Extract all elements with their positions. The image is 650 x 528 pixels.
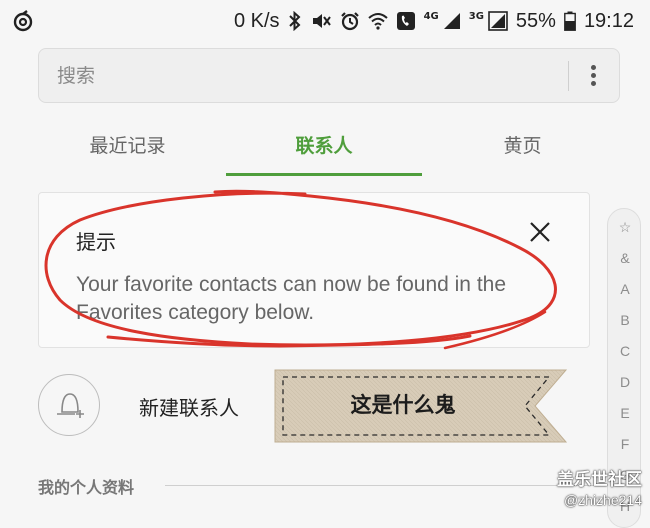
tab-yellow-pages[interactable]: 黄页 — [455, 120, 590, 176]
bluetooth-icon — [288, 11, 301, 31]
app-notification-icon — [13, 10, 33, 32]
search-input[interactable] — [57, 63, 537, 89]
tab-label: 黄页 — [503, 135, 542, 157]
add-contact-button[interactable] — [38, 374, 100, 436]
alarm-icon — [340, 12, 359, 31]
wifi-icon — [367, 13, 388, 30]
index-symbol[interactable]: & — [608, 250, 642, 266]
tab-contacts[interactable]: 联系人 — [226, 120, 422, 176]
tab-recent[interactable]: 最近记录 — [45, 120, 210, 176]
more-options-icon[interactable] — [587, 62, 599, 92]
index-favorites[interactable]: ☆ — [608, 219, 642, 236]
index-a[interactable]: A — [608, 281, 642, 297]
index-f[interactable]: F — [608, 436, 642, 452]
index-e[interactable]: E — [608, 405, 642, 421]
signal-3g-icon — [488, 11, 508, 31]
index-c[interactable]: C — [608, 343, 642, 359]
wifi-call-icon — [396, 12, 415, 30]
network-4g-label: 4G — [423, 11, 439, 22]
mute-icon — [312, 14, 331, 28]
tab-bar: 最近记录 联系人 黄页 — [0, 120, 650, 176]
network-3g-label: 3G — [468, 11, 484, 22]
tab-label: 联系人 — [295, 135, 353, 157]
my-profile-header: 我的个人资料 — [38, 478, 135, 497]
section-divider — [165, 485, 601, 486]
add-contact-label[interactable]: 新建联系人 — [139, 392, 239, 421]
close-icon[interactable] — [527, 219, 553, 245]
tip-title: 提示 — [76, 230, 116, 254]
network-speed: 0 K/s — [233, 9, 280, 32]
search-bar[interactable] — [38, 48, 620, 103]
index-d[interactable]: D — [608, 374, 642, 390]
active-tab-indicator — [226, 173, 422, 176]
index-b[interactable]: B — [608, 312, 642, 328]
search-divider — [568, 61, 569, 91]
battery-icon — [564, 11, 576, 31]
status-bar: 0 K/s 4G 3G 55% 19:12 — [0, 0, 650, 42]
add-person-icon — [57, 393, 84, 418]
battery-percent: 55% — [515, 9, 556, 32]
watermark-user: @zhizhe214 — [563, 492, 642, 508]
tip-card: 提示 Your favorite contacts can now be fou… — [38, 192, 590, 348]
tab-label: 最近记录 — [89, 135, 166, 157]
annotation-label: 这是什么鬼 — [350, 393, 456, 417]
tip-message: Your favorite contacts can now be found … — [76, 273, 507, 324]
clock: 19:12 — [583, 9, 634, 32]
watermark: 盖乐世社区 @zhizhe214 — [557, 465, 642, 508]
signal-4g-icon — [443, 13, 460, 29]
watermark-site: 盖乐世社区 — [557, 470, 642, 490]
